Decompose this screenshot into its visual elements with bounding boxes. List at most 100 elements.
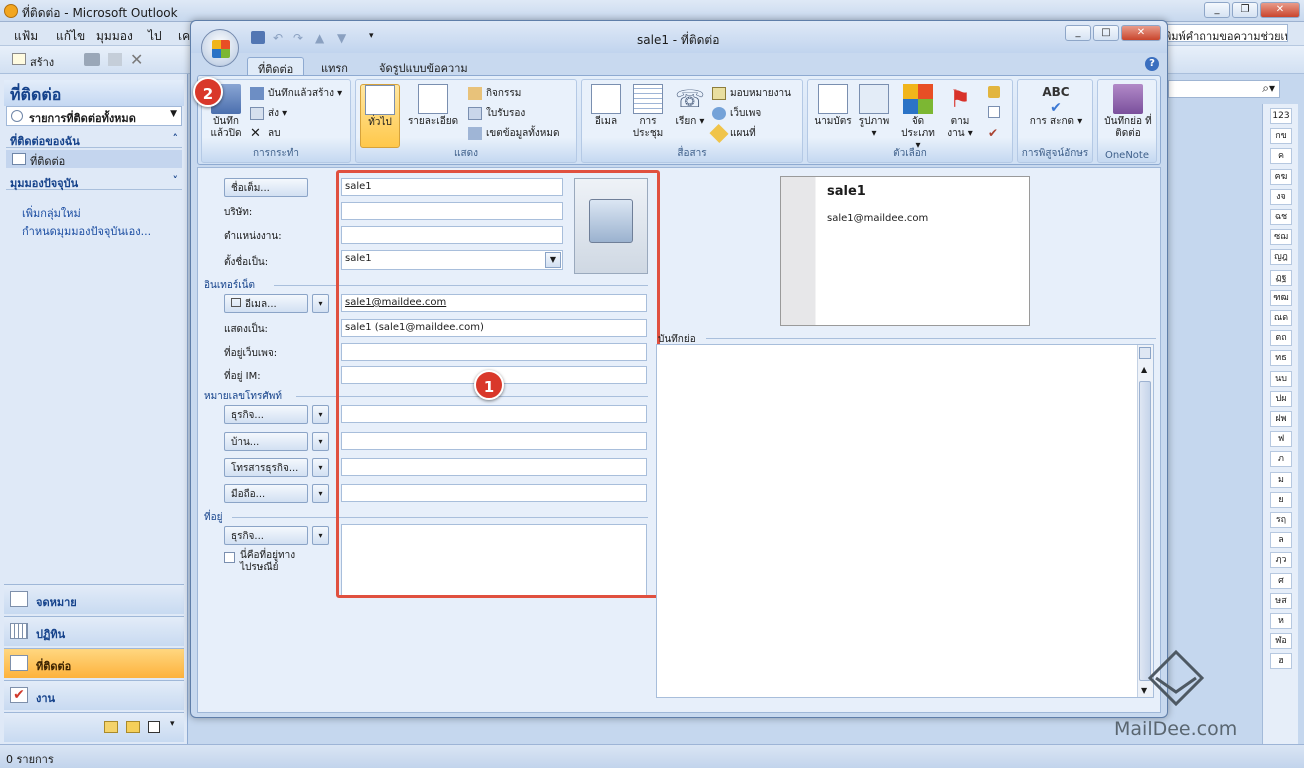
add-new-group-link[interactable]: เพิ่มกลุ่มใหม่: [22, 204, 81, 222]
menu-tools[interactable]: เค: [178, 27, 190, 46]
follow-up-button[interactable]: ⚑ ตาม งาน ▾: [942, 84, 978, 140]
assign-task-button[interactable]: มอบหมายงาน: [712, 86, 791, 102]
business-phone-button[interactable]: ธุรกิจ...: [224, 405, 308, 424]
nav-tasks-button[interactable]: ✔ งาน: [4, 680, 184, 710]
current-view-section[interactable]: มุมมองปัจจุบัน ˅: [6, 172, 182, 190]
picture-button[interactable]: รูปภาพ ▾: [856, 84, 892, 140]
activities-button[interactable]: กิจกรรม: [468, 86, 521, 102]
redo-icon[interactable]: ↷: [293, 31, 307, 45]
previous-item-icon[interactable]: ▲: [315, 31, 329, 45]
letter-index-button[interactable]: ญฎ: [1270, 249, 1292, 266]
notes-options-icon[interactable]: [1139, 347, 1151, 359]
letter-index-button[interactable]: 123: [1270, 108, 1292, 124]
letter-index-button[interactable]: รฤ: [1270, 512, 1292, 528]
customize-view-link[interactable]: กำหนดมุมมองปัจจุบันเอง...: [22, 222, 151, 240]
notes-textarea[interactable]: ▲ ▼: [656, 344, 1154, 698]
letter-index-button[interactable]: ฉช: [1270, 209, 1292, 225]
letter-index-button[interactable]: ฝพ: [1270, 411, 1292, 427]
email-button[interactable]: อีเมล: [586, 84, 626, 128]
all-fields-button[interactable]: เขตข้อมูลทั้งหมด: [468, 126, 559, 142]
save-icon[interactable]: [251, 31, 265, 44]
address-book-icon[interactable]: [988, 106, 1000, 118]
contact-notes-button[interactable]: บันทึกย่อ ที่ติดต่อ: [1102, 84, 1154, 140]
nav-contacts-button[interactable]: ที่ติดต่อ: [4, 648, 184, 678]
show-general-button[interactable]: ทั่วไป: [360, 84, 400, 148]
letter-index-button[interactable]: งจ: [1270, 188, 1292, 205]
save-new-button[interactable]: บันทึกแล้วสร้าง ▾: [250, 86, 342, 102]
menu-view[interactable]: มุมมอง: [96, 27, 133, 46]
letter-index-button[interactable]: ฮ: [1270, 653, 1292, 670]
categorize-button[interactable]: จัด ประเภท ▾: [898, 84, 938, 152]
letter-index-button[interactable]: ค: [1270, 148, 1292, 165]
private-lock-icon[interactable]: [988, 86, 1000, 98]
print-icon[interactable]: [84, 53, 100, 66]
send-button[interactable]: ส่ง ▾: [250, 106, 287, 122]
mobile-phone-button[interactable]: มือถือ...: [224, 484, 308, 503]
business-fax-button[interactable]: โทรสารธุรกิจ...: [224, 458, 308, 477]
letter-index-button[interactable]: กข: [1270, 128, 1292, 145]
configure-buttons-icon[interactable]: ▾: [170, 719, 175, 729]
letter-index-button[interactable]: นบ: [1270, 370, 1292, 387]
minimize-button[interactable]: _: [1204, 2, 1230, 18]
meeting-button[interactable]: การ ประชุม: [628, 84, 668, 140]
scroll-thumb[interactable]: [1139, 381, 1151, 681]
delete-button[interactable]: ✕ ลบ: [250, 126, 280, 142]
web-page-button[interactable]: เว็บเพจ: [712, 106, 761, 122]
notes-icon[interactable]: [104, 721, 118, 733]
undo-icon[interactable]: ↶: [273, 31, 287, 45]
restore-button[interactable]: ❐: [1232, 2, 1258, 18]
letter-index-button[interactable]: ฑฒ: [1270, 289, 1292, 306]
scroll-up-icon[interactable]: ▲: [1141, 365, 1147, 374]
address-type-button[interactable]: ธุรกิจ...: [224, 526, 308, 545]
spelling-button[interactable]: ABC ✔ การ สะกด ▾: [1026, 84, 1086, 128]
new-button[interactable]: สร้าง: [30, 53, 54, 71]
letter-index-button[interactable]: ฏฐ: [1270, 269, 1292, 286]
letter-index-button[interactable]: ณด: [1270, 310, 1292, 326]
folder-icon[interactable]: [126, 721, 140, 733]
show-details-button[interactable]: รายละเอียด: [404, 84, 462, 128]
business-fax-dropdown[interactable]: ▾: [312, 458, 329, 477]
address-type-dropdown[interactable]: ▾: [312, 526, 329, 545]
home-phone-button[interactable]: บ้าน...: [224, 432, 308, 451]
search-icon[interactable]: ⌕▾: [1262, 81, 1275, 96]
contacts-folder-item[interactable]: ที่ติดต่อ: [6, 150, 182, 168]
notes-scrollbar[interactable]: ▲ ▼: [1137, 345, 1153, 697]
menu-edit[interactable]: แก้ไข: [56, 27, 85, 46]
business-card-preview[interactable]: sale1 sale1@maildee.com: [780, 176, 1030, 326]
check-names-icon[interactable]: ✔: [988, 126, 998, 140]
letter-index-button[interactable]: ปผ: [1270, 390, 1292, 407]
office-button[interactable]: [201, 29, 239, 67]
contacts-search-input[interactable]: ⌕▾: [1168, 80, 1280, 98]
letter-index-button[interactable]: ตถ: [1270, 330, 1292, 347]
tab-format-text[interactable]: จัดรูปแบบข้อความ: [369, 57, 478, 75]
email-type-button[interactable]: อีเมล...: [224, 294, 308, 313]
letter-index-button[interactable]: ฅฆ: [1270, 168, 1292, 185]
email-type-dropdown[interactable]: ▾: [312, 294, 329, 313]
letter-index-button[interactable]: ฟ: [1270, 431, 1292, 448]
letter-index-button[interactable]: ศ: [1270, 572, 1292, 589]
letter-index-button[interactable]: ษส: [1270, 592, 1292, 609]
dialog-minimize-button[interactable]: _: [1065, 25, 1091, 41]
business-card-button[interactable]: นามบัตร: [812, 84, 854, 128]
letter-index-button[interactable]: ห: [1270, 613, 1292, 629]
close-button[interactable]: ✕: [1260, 2, 1300, 18]
letter-index-button[interactable]: ทธ: [1270, 350, 1292, 367]
home-phone-dropdown[interactable]: ▾: [312, 432, 329, 451]
letter-index-button[interactable]: ล: [1270, 532, 1292, 549]
contacts-view-dropdown[interactable]: รายการที่ติดต่อทั้งหมด ▼: [6, 106, 182, 126]
letter-index-button[interactable]: ย: [1270, 491, 1292, 508]
mailing-address-checkbox[interactable]: [224, 552, 235, 563]
nav-calendar-button[interactable]: ปฏิทิน: [4, 616, 184, 646]
call-button[interactable]: ☏ เรียก ▾: [672, 84, 708, 128]
next-item-icon[interactable]: ▼: [337, 31, 351, 45]
move-icon[interactable]: [108, 53, 122, 66]
menu-go[interactable]: ไป: [148, 27, 162, 46]
customize-quick-access-icon[interactable]: ▾: [369, 31, 383, 44]
my-contacts-section[interactable]: ที่ติดต่อของฉัน ˄: [6, 130, 182, 148]
letter-index-button[interactable]: ฬอ: [1270, 633, 1292, 650]
letter-index-button[interactable]: ม: [1270, 471, 1292, 488]
menu-file[interactable]: แฟ้ม: [14, 27, 38, 46]
delete-icon[interactable]: ✕: [130, 50, 143, 69]
collapse-icon[interactable]: ˄: [173, 132, 179, 145]
map-button[interactable]: แผนที่: [709, 123, 756, 144]
